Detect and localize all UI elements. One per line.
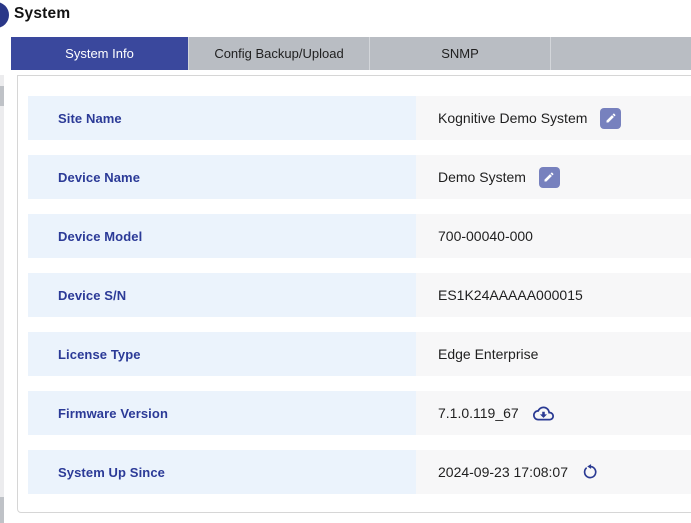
download-firmware-button[interactable] [532, 403, 555, 424]
row-label: Firmware Version [28, 391, 416, 435]
edit-button[interactable] [539, 167, 560, 188]
row-value: Demo System [438, 169, 526, 185]
table-row: Firmware Version 7.1.0.119_67 [28, 391, 691, 435]
edit-button[interactable] [600, 108, 621, 129]
table-row: Device S/N ES1K24AAAAA000015 [28, 273, 691, 317]
page-header: System [0, 0, 691, 34]
pencil-icon [543, 171, 555, 183]
table-row: Device Model 700-00040-000 [28, 214, 691, 258]
row-label: Device Model [28, 214, 416, 258]
tab-label: SNMP [441, 46, 479, 61]
table-row: Device Name Demo System [28, 155, 691, 199]
table-row: License Type Edge Enterprise [28, 332, 691, 376]
tab-label: Config Backup/Upload [214, 46, 343, 61]
tab-bar: System Info Config Backup/Upload SNMP [11, 37, 691, 70]
row-action [532, 403, 555, 424]
row-label: System Up Since [28, 450, 416, 494]
tab-snmp[interactable]: SNMP [369, 37, 550, 70]
refresh-uptime-button[interactable] [581, 463, 599, 481]
row-value-cell: Demo System [416, 155, 691, 199]
row-value: 700-00040-000 [438, 228, 533, 244]
cloud-download-icon [532, 403, 555, 424]
row-value: ES1K24AAAAA000015 [438, 287, 583, 303]
app-badge-icon [0, 2, 9, 28]
table-row: Site Name Kognitive Demo System [28, 96, 691, 140]
left-edge-strip [0, 75, 4, 523]
left-edge-strip-segment [0, 86, 4, 106]
row-label: Device S/N [28, 273, 416, 317]
row-action [600, 108, 621, 129]
row-value-cell: Kognitive Demo System [416, 96, 691, 140]
tab-system-info[interactable]: System Info [11, 37, 188, 70]
row-value: Edge Enterprise [438, 346, 538, 362]
row-label: License Type [28, 332, 416, 376]
row-action [539, 167, 560, 188]
row-value-cell: ES1K24AAAAA000015 [416, 273, 691, 317]
row-value: Kognitive Demo System [438, 110, 587, 126]
rotate-left-icon [581, 463, 599, 481]
system-info-panel: Site Name Kognitive Demo System Device N… [17, 75, 691, 513]
row-action [581, 463, 599, 481]
page-title: System [14, 5, 70, 23]
pencil-icon [605, 112, 617, 124]
row-value-cell: Edge Enterprise [416, 332, 691, 376]
tab-empty [550, 37, 691, 70]
row-value-cell: 7.1.0.119_67 [416, 391, 691, 435]
table-row: System Up Since 2024-09-23 17:08:07 [28, 450, 691, 494]
left-edge-strip-segment [0, 497, 4, 523]
row-value-cell: 700-00040-000 [416, 214, 691, 258]
row-label: Site Name [28, 96, 416, 140]
row-value-cell: 2024-09-23 17:08:07 [416, 450, 691, 494]
tab-config-backup-upload[interactable]: Config Backup/Upload [188, 37, 369, 70]
row-value: 2024-09-23 17:08:07 [438, 464, 568, 480]
tab-label: System Info [65, 46, 134, 61]
row-value: 7.1.0.119_67 [438, 405, 519, 421]
row-label: Device Name [28, 155, 416, 199]
